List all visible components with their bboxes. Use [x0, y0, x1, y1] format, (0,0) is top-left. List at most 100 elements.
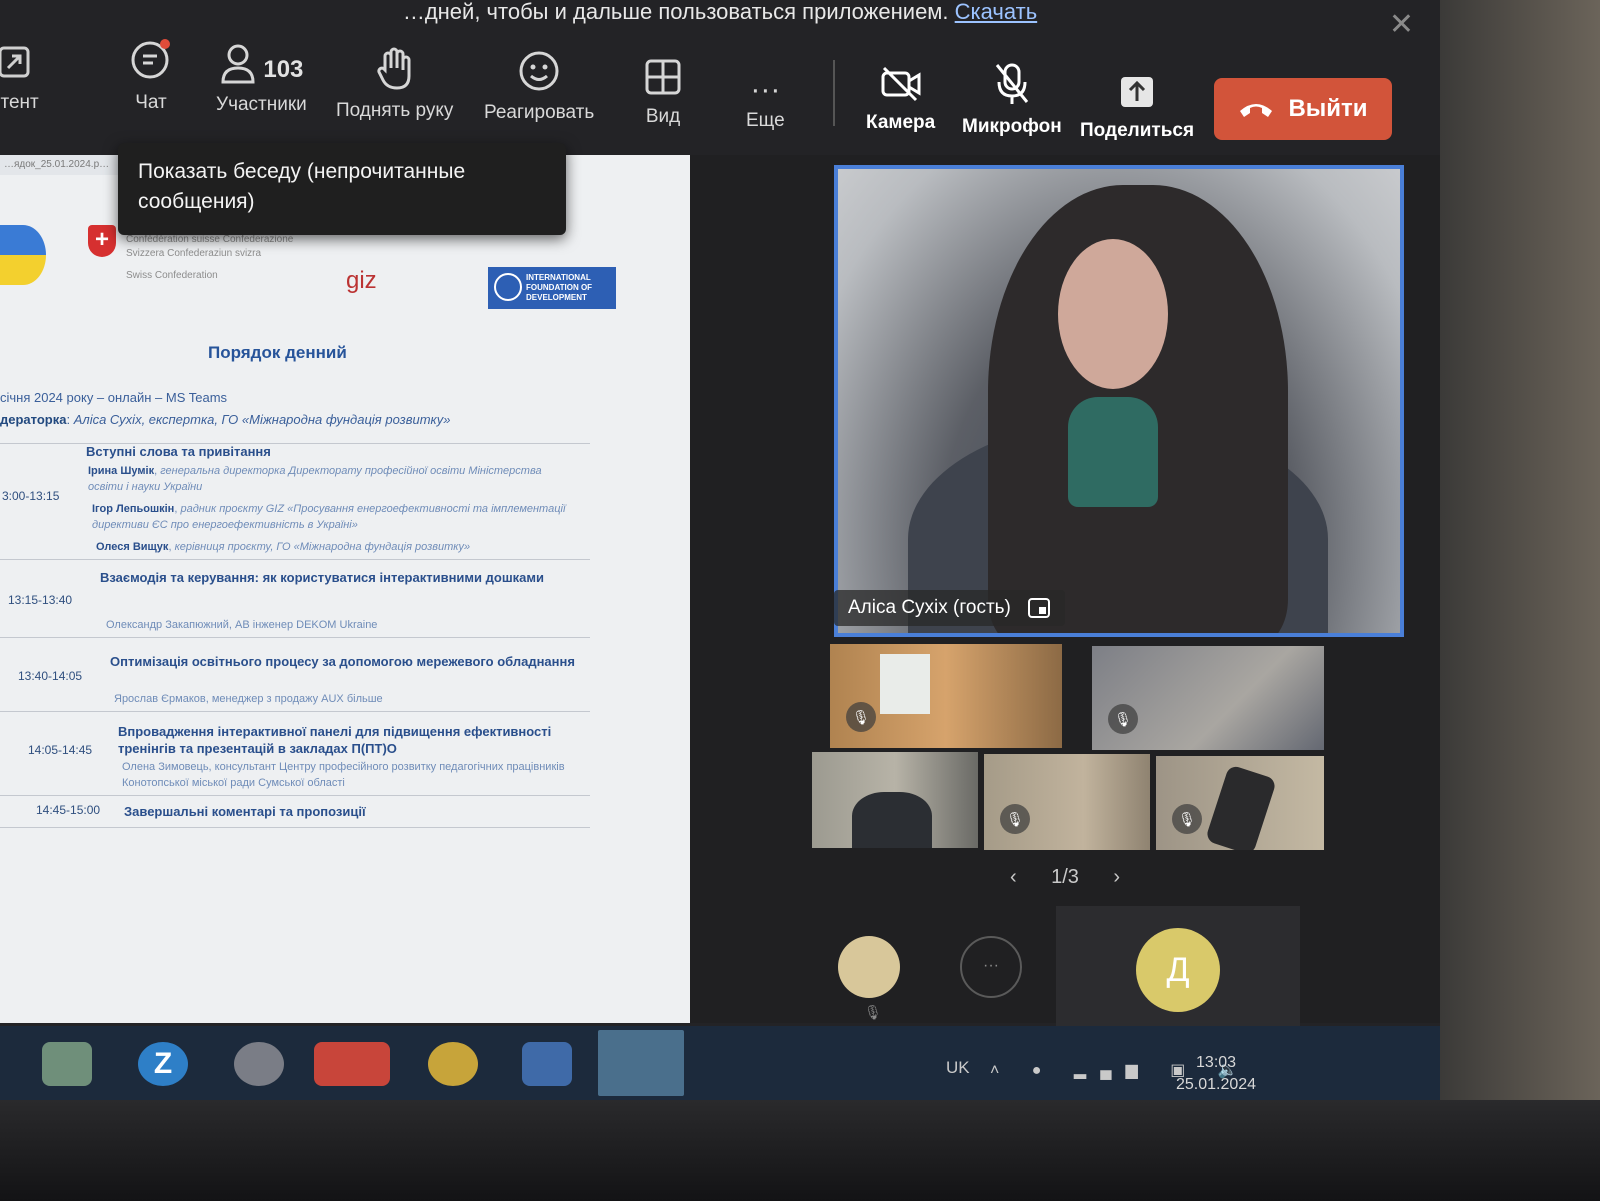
toolbar-divider [833, 60, 835, 126]
raise-hand-label: Поднять руку [336, 100, 454, 121]
mic-off-icon: 🎙 [1000, 804, 1030, 834]
divider [0, 711, 590, 712]
chevron-left-icon[interactable]: ‹ [1010, 866, 1017, 889]
moderator-text: Аліса Сухіх, експертка, ГО «Міжнародна ф… [73, 412, 451, 427]
moderator-label: дераторка [0, 412, 67, 427]
participant-video[interactable]: 🎙 [984, 754, 1150, 850]
divider [0, 637, 590, 638]
leave-label: Выйти [1288, 95, 1368, 122]
unread-dot-icon [160, 39, 170, 49]
view-label: Вид [645, 106, 681, 127]
row-speaker: Олена Зимовець, консультант Центру профе… [122, 761, 565, 789]
swiss-sub: Swiss Confederation [126, 270, 218, 281]
page-indicator: 1/3 [1051, 865, 1079, 888]
content-button[interactable]: нтент [0, 36, 39, 114]
more-button[interactable]: ··· Еще [746, 54, 785, 132]
meeting-toolbar: нтент Чат 103 Участники Поднять руку [0, 30, 1440, 150]
download-link[interactable]: Скачать [955, 0, 1038, 24]
row-time: 14:05-14:45 [28, 743, 93, 757]
giz-label: giz [346, 267, 377, 294]
language-indicator[interactable]: UK [946, 1058, 970, 1078]
row-title: Вступні слова та привітання [86, 444, 271, 459]
agenda-meta: січня 2024 року – онлайн – MS Teams дера… [0, 387, 450, 431]
chevron-right-icon[interactable]: › [1113, 866, 1120, 889]
system-clock[interactable]: 13:03 25.01.2024 [1176, 1052, 1256, 1096]
mic-off-icon [994, 60, 1030, 106]
taskbar-app-zoom-icon[interactable]: Z [138, 1042, 188, 1086]
taskbar-app-viber-icon[interactable] [234, 1042, 284, 1086]
divider [0, 795, 590, 796]
camera-label: Камера [866, 112, 936, 133]
microphone-button[interactable]: Микрофон [962, 60, 1062, 138]
row-time: 3:00-13:15 [2, 489, 60, 503]
react-button[interactable]: Реагировать [484, 46, 594, 124]
clock-time: 13:03 [1196, 1054, 1237, 1071]
share-button[interactable]: Поделиться [1080, 64, 1194, 142]
clock-date: 25.01.2024 [1176, 1076, 1257, 1093]
hand-icon [375, 44, 415, 90]
ukraine-logo [0, 225, 46, 285]
participants-button[interactable]: 103 Участники [216, 38, 307, 116]
mic-off-icon: 🎙 [846, 702, 876, 732]
more-participants-button[interactable]: ··· [960, 936, 1022, 998]
document-tab[interactable]: …ядок_25.01.2024.p… [0, 155, 118, 175]
mic-off-icon: 🎙 [864, 1004, 882, 1020]
screen: …дней, чтобы и дальше пользоваться прило… [0, 0, 1440, 1100]
row-title: Оптимізація освітнього процесу за допомо… [110, 654, 575, 669]
shared-document: …ядок_25.01.2024.p… + Schweizerische Eid… [0, 155, 690, 1023]
muted-participant-avatar[interactable] [838, 936, 900, 998]
phone-hangup-icon [1240, 104, 1273, 117]
participant-video[interactable]: 🎙 [1156, 756, 1324, 850]
more-dots-icon: ··· [750, 73, 781, 106]
row-speaker: Олександр Закапюжний, АВ інженер DEKOM U… [106, 619, 378, 631]
more-label: Еще [746, 110, 785, 131]
self-video-tile[interactable]: Д [1056, 906, 1300, 1026]
chat-tooltip: Показать беседу (непрочитанные сообщения… [118, 143, 566, 235]
row-title: Впровадження інтерактивної панелі для пі… [118, 724, 552, 756]
participants-pager: ‹ 1/3 › [1010, 862, 1120, 892]
participant-video[interactable]: 🎙 [830, 644, 1062, 748]
monitor-bezel [0, 1100, 1600, 1201]
row-time: 14:45-15:00 [36, 803, 101, 817]
camera-off-icon [880, 56, 922, 102]
chat-label: Чат [135, 92, 167, 113]
microphone-label: Микрофон [962, 116, 1062, 137]
taskbar-app-explorer-icon[interactable] [42, 1042, 92, 1086]
row-speaker: Олеся Вищук, керівниця проєкту, ГО «Міжн… [96, 541, 471, 553]
taskbar-app-teams-icon[interactable] [598, 1030, 684, 1096]
background-wall [1440, 0, 1600, 1100]
giz-logo: giz [346, 267, 377, 295]
mic-off-icon: 🎙 [1172, 804, 1202, 834]
row-speaker: Ірина Шумік, генеральна директорка Дирек… [88, 465, 542, 493]
camera-button[interactable]: Камера [866, 56, 935, 134]
banner-text: …дней, чтобы и дальше пользоваться прило… [402, 0, 949, 24]
speaker-name-tag: Аліса Сухіх (гость) [834, 590, 1065, 626]
row-title: Завершальні коментарі та пропозиції [124, 804, 366, 819]
divider [0, 559, 590, 560]
row-speaker: Ігор Лепьошкін, радник проєкту GIZ «Прос… [92, 503, 566, 531]
row-time: 13:15-13:40 [8, 593, 73, 607]
taskbar-app-save-icon[interactable] [522, 1042, 572, 1086]
taskbar-app-opera-icon[interactable] [314, 1042, 390, 1086]
self-avatar: Д [1136, 928, 1220, 1012]
smile-icon [518, 46, 560, 92]
leave-button[interactable]: Выйти [1214, 78, 1392, 140]
update-banner: …дней, чтобы и дальше пользоваться прило… [0, 0, 1440, 40]
view-button[interactable]: Вид [644, 50, 682, 128]
row-time: 13:40-14:05 [18, 669, 83, 683]
pin-video-icon[interactable] [1027, 597, 1051, 619]
share-upload-icon [1118, 64, 1156, 110]
chat-icon [128, 36, 174, 82]
active-speaker-video[interactable] [834, 165, 1404, 637]
participants-label: Участники [216, 94, 307, 115]
agenda-title: Порядок денний [208, 343, 347, 362]
ifd-text: INTERNATIONAL FOUNDATION OF DEVELOPMENT [526, 273, 593, 302]
participant-video[interactable]: 🎙 [1092, 646, 1324, 750]
mic-off-icon: 🎙 [1108, 704, 1138, 734]
chat-button[interactable]: Чат [128, 36, 174, 114]
share-label: Поделиться [1080, 120, 1195, 141]
taskbar-app-chrome-icon[interactable] [428, 1042, 478, 1086]
raise-hand-button[interactable]: Поднять руку [336, 44, 453, 122]
participant-video[interactable] [812, 752, 978, 848]
self-view-area: 🎙 ··· Д [820, 906, 1300, 1026]
